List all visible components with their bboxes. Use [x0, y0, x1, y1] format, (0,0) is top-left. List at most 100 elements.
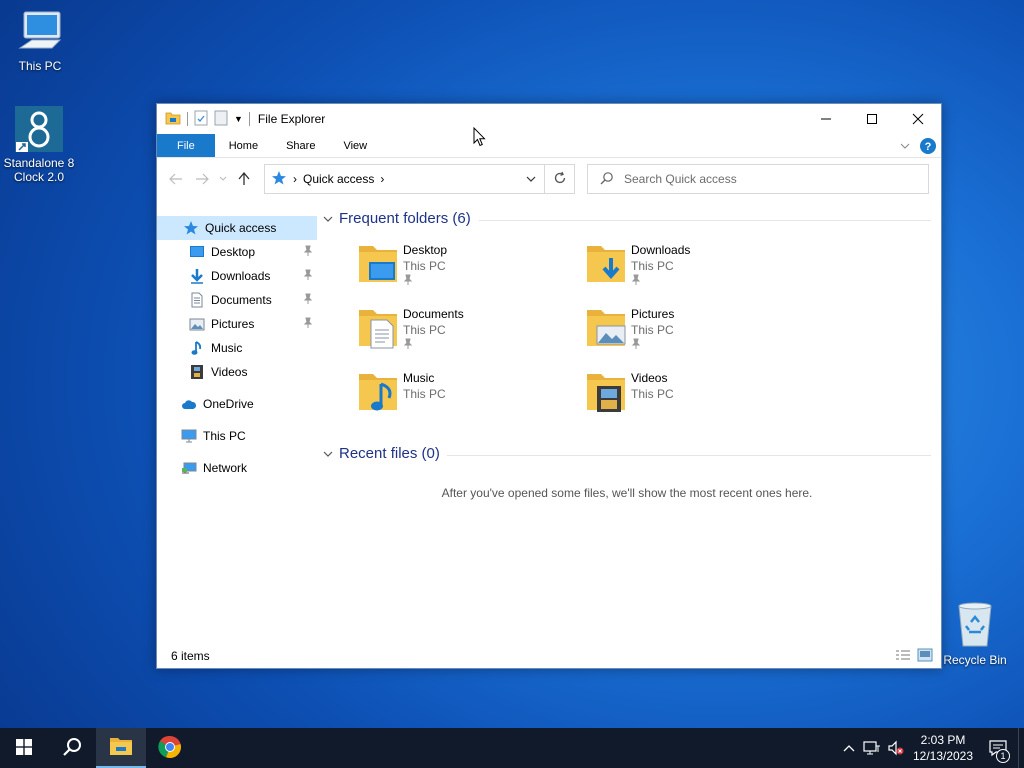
- nav-item-label: Network: [203, 461, 248, 475]
- minimize-button[interactable]: [803, 104, 849, 134]
- folder-tile-music[interactable]: Music This PC: [357, 364, 577, 420]
- desktop-icon-label: Recycle Bin: [943, 653, 1007, 667]
- desktop-icon-label: This PC: [18, 59, 62, 73]
- tab-view[interactable]: View: [329, 134, 381, 157]
- collapse-chevron-icon[interactable]: [323, 445, 333, 462]
- pin-icon[interactable]: [303, 317, 313, 332]
- search-input[interactable]: Search Quick access: [624, 172, 737, 186]
- folder-name: Videos: [631, 371, 668, 385]
- collapse-chevron-icon[interactable]: [323, 210, 333, 227]
- nav-item-downloads[interactable]: Downloads: [157, 264, 317, 288]
- recent-files-header[interactable]: Recent files (0): [323, 445, 440, 462]
- separator: [248, 112, 250, 126]
- customize-toolbar-chevron-icon[interactable]: ▼: [234, 114, 243, 124]
- clock[interactable]: 2:03 PM 12/13/2023: [908, 732, 978, 764]
- tab-share[interactable]: Share: [272, 134, 329, 157]
- folder-name: Downloads: [631, 243, 691, 257]
- search-button[interactable]: [48, 728, 96, 768]
- cloud-icon: [181, 396, 197, 412]
- back-button[interactable]: [163, 166, 189, 192]
- forward-button[interactable]: [189, 166, 215, 192]
- large-icons-view-icon[interactable]: [917, 648, 933, 665]
- breadcrumb: › Quick access ›: [271, 170, 384, 189]
- breadcrumb-chevron-icon[interactable]: ›: [293, 172, 297, 186]
- chrome-icon: [158, 735, 182, 762]
- nav-item-pictures[interactable]: Pictures: [157, 312, 317, 336]
- folder-location: This PC: [631, 387, 674, 401]
- show-hidden-icons-chevron-icon[interactable]: [838, 744, 860, 752]
- network-status-icon[interactable]: [860, 740, 884, 756]
- close-button[interactable]: [895, 104, 941, 134]
- taskbar-file-explorer-button[interactable]: [96, 728, 146, 768]
- desktop-icon-recycle-bin[interactable]: Recycle Bin: [935, 602, 1015, 667]
- computer-icon: [181, 428, 197, 444]
- search-box[interactable]: Search Quick access: [587, 164, 929, 194]
- pin-icon[interactable]: [303, 245, 313, 260]
- recent-locations-chevron-icon[interactable]: [215, 166, 231, 192]
- breadcrumb-location[interactable]: Quick access: [303, 172, 374, 186]
- picture-icon: [189, 316, 205, 332]
- address-dropdown-chevron-icon[interactable]: [526, 173, 536, 187]
- breadcrumb-chevron-icon[interactable]: ›: [380, 172, 384, 186]
- nav-item-videos[interactable]: Videos: [157, 360, 317, 384]
- nav-item-network[interactable]: Network: [157, 456, 317, 480]
- folder-name: Music: [403, 371, 435, 385]
- folder-tile-documents[interactable]: Documents This PC: [357, 300, 577, 356]
- address-bar[interactable]: › Quick access ›: [264, 164, 545, 194]
- up-button[interactable]: [231, 166, 257, 192]
- pin-icon: [403, 274, 447, 290]
- desktop-icon-label: Standalone 8 Clock 2.0: [3, 156, 75, 184]
- folder-name: Pictures: [631, 307, 675, 321]
- windows-logo-icon: [16, 738, 32, 758]
- tab-file[interactable]: File: [157, 134, 215, 157]
- pin-icon[interactable]: [303, 269, 313, 284]
- folder-location: This PC: [403, 259, 446, 273]
- folder-tile-downloads[interactable]: Downloads This PC: [585, 236, 805, 292]
- maximize-button[interactable]: [849, 104, 895, 134]
- search-icon: [600, 171, 614, 188]
- new-folder-icon[interactable]: [214, 110, 228, 129]
- pin-icon[interactable]: [303, 293, 313, 308]
- window-controls: [803, 104, 941, 134]
- help-icon[interactable]: ?: [919, 137, 937, 158]
- group-title: Frequent folders (6): [339, 210, 471, 227]
- tab-home[interactable]: Home: [215, 134, 272, 157]
- music-folder-icon: [357, 368, 401, 416]
- mouse-cursor-icon: [473, 126, 486, 150]
- file-explorer-icon: [109, 736, 133, 759]
- folder-tile-desktop[interactable]: Desktop This PC: [357, 236, 577, 292]
- ribbon-tabs: File Home Share View ?: [157, 134, 941, 158]
- show-desktop-button[interactable]: [1018, 728, 1024, 768]
- nav-item-onedrive[interactable]: OneDrive: [157, 392, 317, 416]
- refresh-button[interactable]: [545, 164, 575, 194]
- taskbar-chrome-button[interactable]: [146, 728, 194, 768]
- details-view-icon[interactable]: [895, 649, 911, 664]
- nav-item-desktop[interactable]: Desktop: [157, 240, 317, 264]
- nav-item-documents[interactable]: Documents: [157, 288, 317, 312]
- volume-muted-icon[interactable]: [884, 740, 908, 756]
- nav-item-label: Documents: [211, 293, 272, 307]
- documents-folder-icon: [357, 304, 401, 352]
- recycle-bin-icon: [935, 602, 1015, 651]
- nav-item-this-pc[interactable]: This PC: [157, 424, 317, 448]
- nav-item-quick-access[interactable]: Quick access: [157, 216, 317, 240]
- expand-ribbon-chevron-icon[interactable]: [899, 140, 911, 155]
- title-bar[interactable]: ▼ File Explorer: [157, 104, 941, 134]
- nav-item-label: Pictures: [211, 317, 255, 331]
- folder-tile-pictures[interactable]: Pictures This PC: [585, 300, 805, 356]
- pictures-folder-icon: [585, 304, 629, 352]
- ribbon-right-controls: ?: [899, 137, 937, 158]
- folder-name: Documents: [403, 307, 464, 321]
- videos-folder-icon: [585, 368, 629, 416]
- system-tray: 2:03 PM 12/13/2023 1: [838, 728, 1024, 768]
- folder-tile-videos[interactable]: Videos This PC: [585, 364, 805, 420]
- action-center-button[interactable]: 1: [978, 739, 1018, 763]
- file-explorer-window: ▼ File Explorer File Home Share View ? ›…: [156, 103, 942, 669]
- frequent-folders-header[interactable]: Frequent folders (6): [323, 210, 471, 227]
- desktop-icon-this-pc[interactable]: This PC: [0, 8, 80, 73]
- properties-icon[interactable]: [194, 110, 208, 129]
- nav-item-music[interactable]: Music: [157, 336, 317, 360]
- desktop-icon-standalone-clock[interactable]: Standalone 8 Clock 2.0: [0, 104, 79, 184]
- start-button[interactable]: [0, 728, 48, 768]
- desktop-folder-icon: [357, 240, 401, 288]
